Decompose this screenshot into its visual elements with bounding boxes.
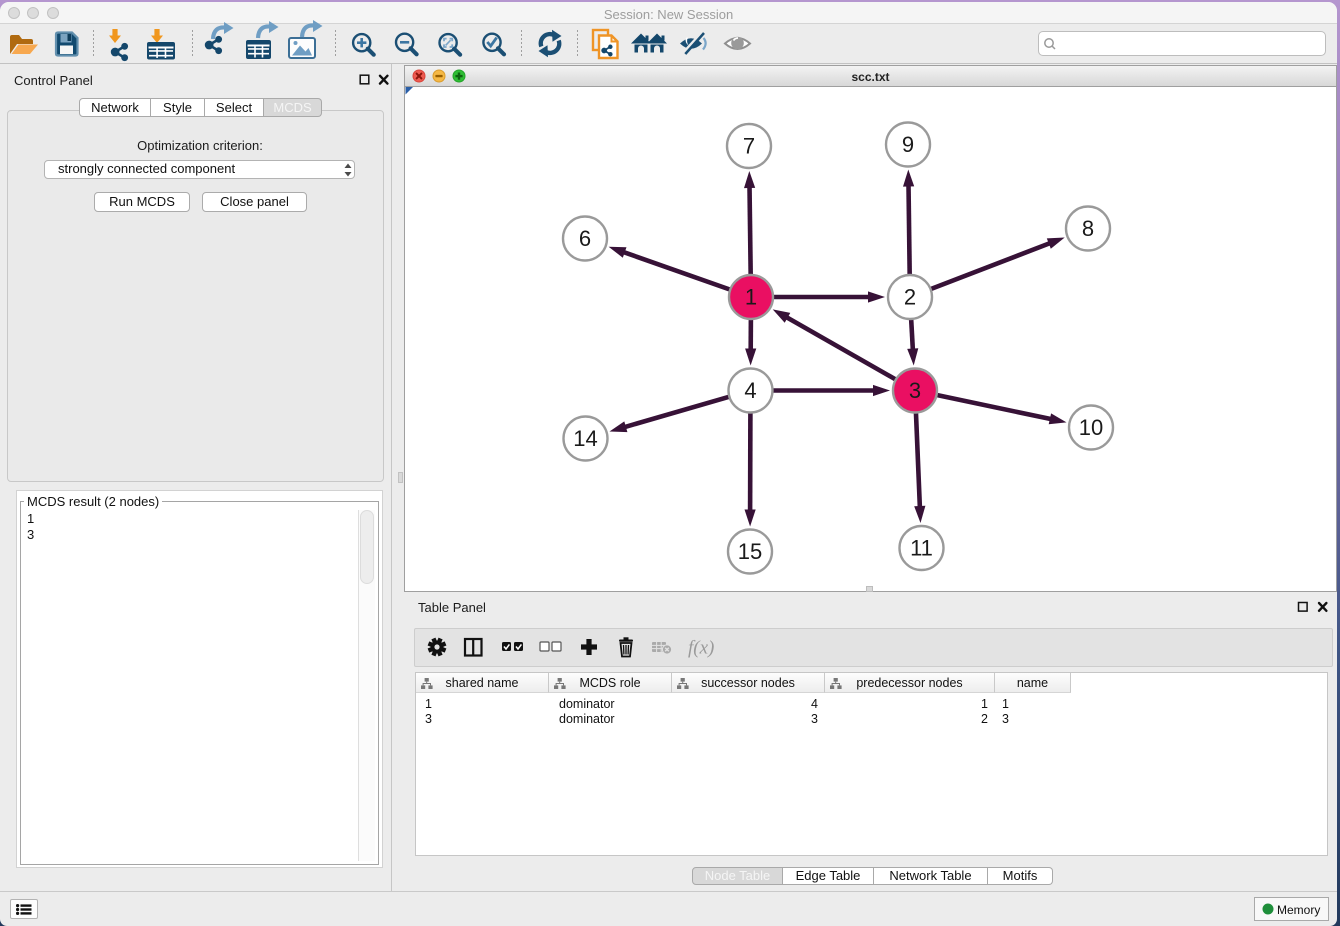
svg-text:f(x): f(x) bbox=[688, 638, 714, 659]
svg-text:3: 3 bbox=[909, 378, 921, 403]
svg-text:9: 9 bbox=[902, 132, 914, 157]
svg-text:1: 1 bbox=[745, 285, 757, 310]
svg-text:14: 14 bbox=[573, 426, 597, 451]
svg-text:8: 8 bbox=[1082, 216, 1094, 241]
svg-text:10: 10 bbox=[1079, 415, 1103, 440]
svg-text:7: 7 bbox=[743, 134, 755, 159]
svg-text:11: 11 bbox=[910, 536, 933, 561]
svg-text:2: 2 bbox=[904, 285, 916, 310]
svg-text:6: 6 bbox=[579, 226, 591, 251]
svg-text:15: 15 bbox=[738, 539, 762, 564]
svg-text:4: 4 bbox=[744, 378, 756, 403]
